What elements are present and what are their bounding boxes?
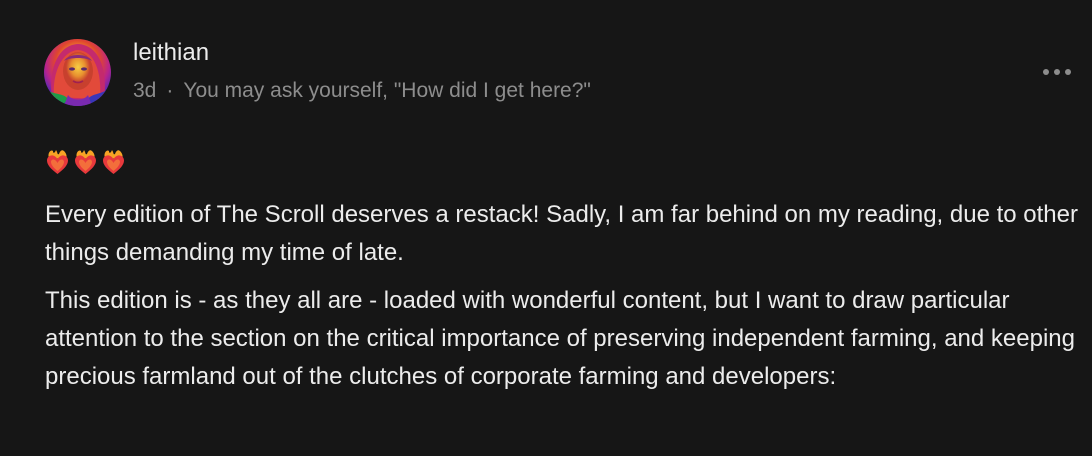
post-meta: 3d · You may ask yourself, "How did I get … <box>133 77 591 105</box>
post-paragraph-2: This edition is - as they all are - load… <box>45 287 1075 390</box>
more-horizontal-icon <box>1043 69 1071 75</box>
restack-post: leithian 3d · You may ask yourself, "How d… <box>0 0 1092 456</box>
heart-on-fire-icon <box>103 150 124 174</box>
post-age[interactable]: 3d <box>133 79 156 102</box>
meta-separator: · <box>166 79 174 102</box>
heart-on-fire-icon <box>75 150 96 174</box>
post-paragraph-1: Every edition of The Scroll deserves a r… <box>45 201 1078 266</box>
heart-on-fire-icon <box>47 150 68 174</box>
post-body: Every edition of The Scroll deserves a r… <box>45 196 1085 406</box>
emoji-row <box>45 148 126 176</box>
author-name-link[interactable]: leithian <box>133 38 209 68</box>
more-options-button[interactable] <box>1040 60 1074 84</box>
author-avatar[interactable] <box>44 39 111 106</box>
avatar-portrait-image <box>44 44 111 106</box>
author-tagline: You may ask yourself, "How did I get her… <box>183 79 591 102</box>
